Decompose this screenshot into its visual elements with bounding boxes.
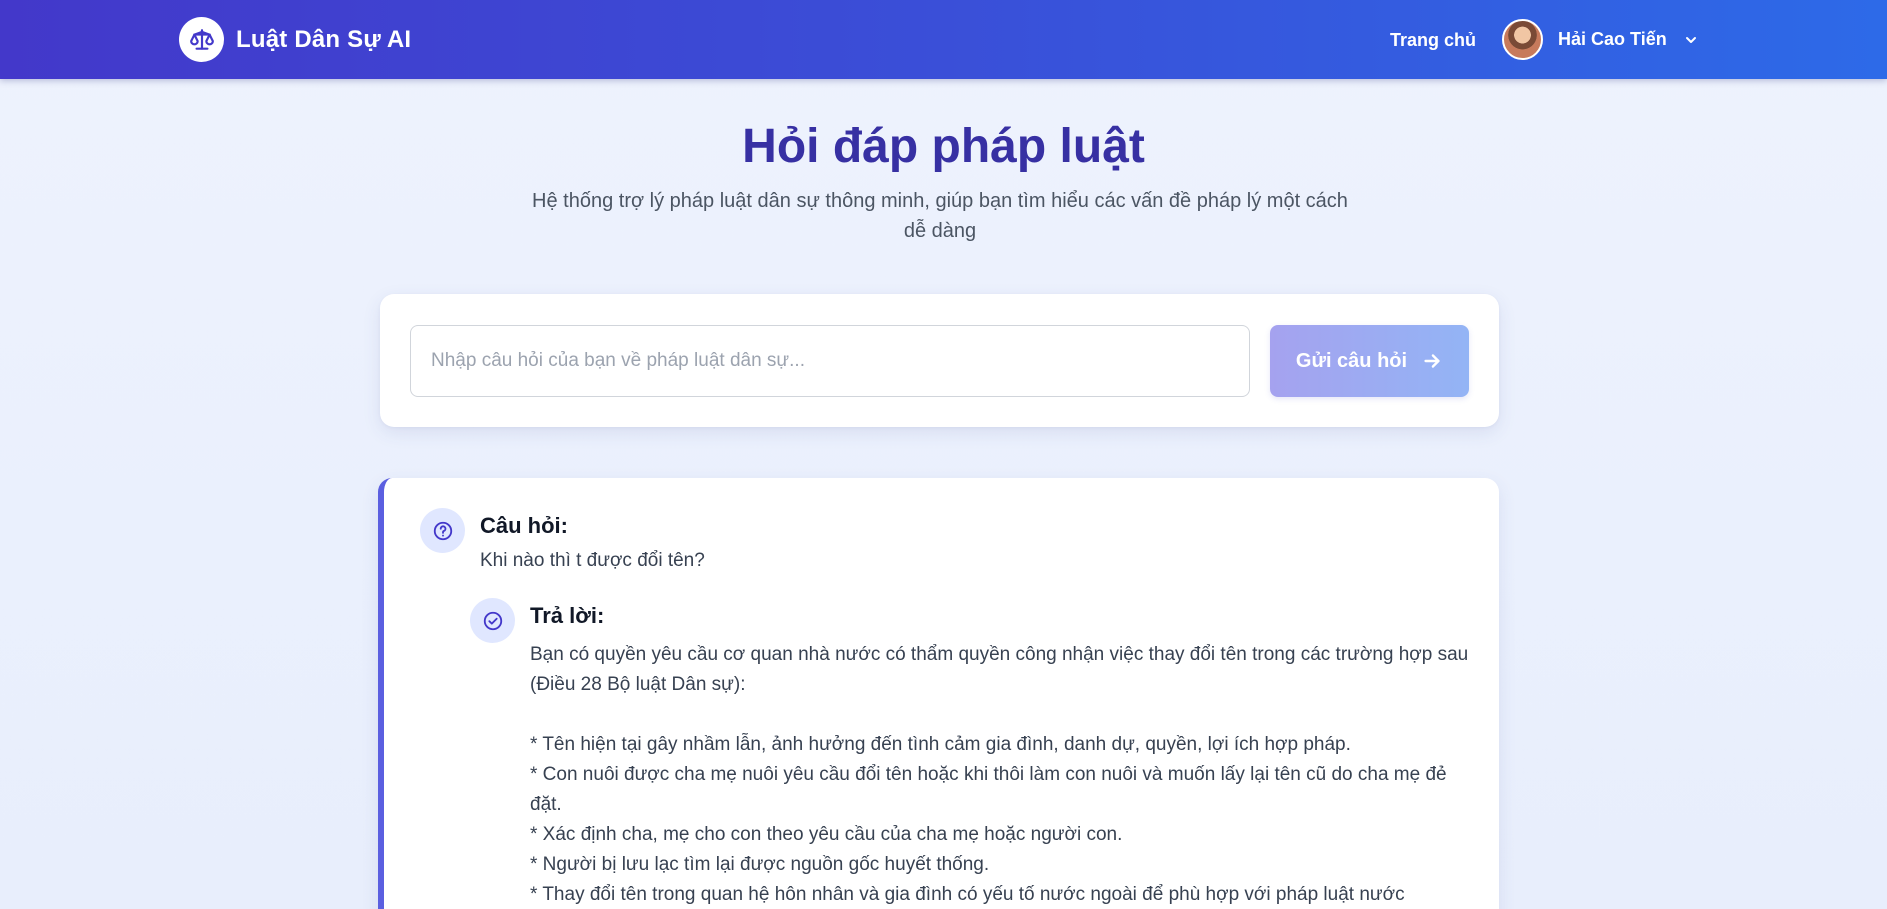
- user-menu[interactable]: Hải Cao Tiến: [1502, 19, 1699, 60]
- scales-icon: [179, 17, 224, 62]
- brand[interactable]: Luật Dân Sự AI: [179, 17, 411, 62]
- answer-line: [530, 700, 1480, 730]
- chevron-down-icon: [1683, 32, 1699, 48]
- question-label: Câu hỏi:: [480, 513, 568, 538]
- answer-body: Bạn có quyền yêu cầu cơ quan nhà nước có…: [530, 640, 1480, 909]
- brand-name: Luật Dân Sự AI: [236, 25, 412, 53]
- page-title: Hỏi đáp pháp luật: [742, 120, 1145, 173]
- question-text: Khi nào thì t được đổi tên?: [480, 550, 705, 571]
- question-circle-icon: [420, 508, 465, 553]
- arrow-right-icon: [1421, 350, 1443, 372]
- answer-line: Bạn có quyền yêu cầu cơ quan nhà nước có…: [530, 644, 1469, 695]
- answer-label: Trả lời:: [530, 603, 605, 628]
- submit-question-button[interactable]: Gửi câu hỏi: [1270, 325, 1469, 397]
- answer-line: * Người bị lưu lạc tìm lại được nguồn gố…: [530, 854, 990, 875]
- answer-line: * Thay đổi tên trong quan hệ hôn nhân và…: [530, 884, 1405, 905]
- page-subtitle: Hệ thống trợ lý pháp luật dân sự thông m…: [532, 190, 1348, 242]
- ask-card: Gửi câu hỏi: [380, 294, 1499, 427]
- question-input[interactable]: [410, 325, 1250, 397]
- avatar: [1502, 19, 1543, 60]
- nav-home-link[interactable]: Trang chủ: [1390, 30, 1476, 51]
- check-circle-icon: [470, 598, 515, 643]
- top-navbar: Luật Dân Sự AI Trang chủ Hải Cao Tiến: [0, 0, 1887, 79]
- answer-line: * Tên hiện tại gây nhầm lẫn, ảnh hưởng đ…: [530, 734, 1351, 755]
- submit-question-label: Gửi câu hỏi: [1295, 349, 1408, 372]
- qa-card: Câu hỏi: Khi nào thì t được đổi tên? Trả…: [378, 478, 1499, 909]
- user-name: Hải Cao Tiến: [1558, 29, 1667, 49]
- answer-line: * Con nuôi được cha mẹ nuôi yêu cầu đổi …: [530, 764, 1447, 815]
- answer-line: * Xác định cha, mẹ cho con theo yêu cầu …: [530, 824, 1123, 845]
